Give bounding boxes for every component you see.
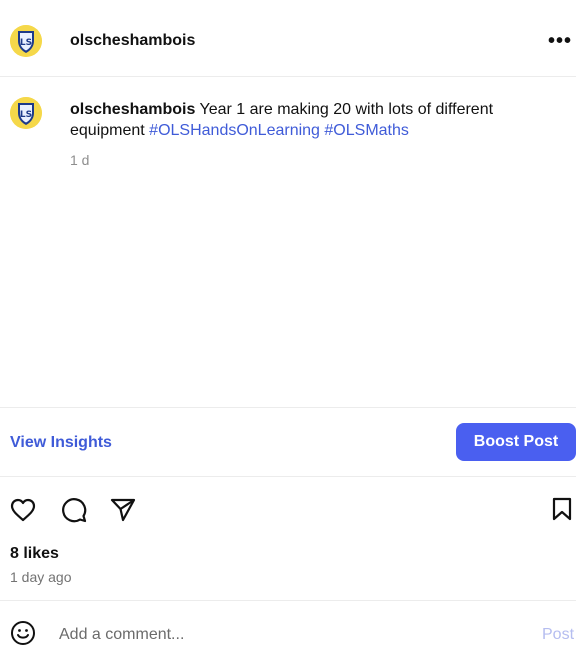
heart-icon[interactable] <box>10 498 36 522</box>
comment-icon[interactable] <box>61 497 87 523</box>
post-caption: olscheshambois Year 1 are making 20 with… <box>70 99 560 141</box>
view-insights-link[interactable]: View Insights <box>10 434 112 452</box>
likes-count[interactable]: 8 likes <box>10 545 59 563</box>
boost-post-button[interactable]: Boost Post <box>456 423 576 461</box>
post-timestamp: 1 day ago <box>10 569 72 585</box>
caption-username[interactable]: olscheshambois <box>70 101 195 118</box>
hashtag-link[interactable]: #OLSHandsOnLearning <box>149 122 320 139</box>
comment-divider <box>0 600 576 601</box>
post-comment-button[interactable]: Post <box>542 626 574 644</box>
header-username[interactable]: olscheshambois <box>70 32 195 50</box>
logo-lettering: LS <box>20 110 32 120</box>
caption-time: 1 d <box>70 152 90 168</box>
profile-avatar[interactable]: LS <box>10 25 42 57</box>
comment-input[interactable]: Add a comment... <box>59 626 184 644</box>
actions-divider <box>0 476 576 477</box>
logo-lettering: LS <box>20 38 32 48</box>
header-divider <box>0 76 576 77</box>
hashtag-link[interactable]: #OLSMaths <box>324 122 408 139</box>
school-logo-icon: LS <box>10 25 42 57</box>
share-icon[interactable] <box>110 497 136 523</box>
school-logo-icon: LS <box>10 97 42 129</box>
insights-divider <box>0 407 576 408</box>
more-icon[interactable]: ••• <box>548 30 572 53</box>
caption-avatar[interactable]: LS <box>10 97 42 129</box>
emoji-icon[interactable] <box>10 620 36 646</box>
bookmark-icon[interactable] <box>552 497 572 521</box>
